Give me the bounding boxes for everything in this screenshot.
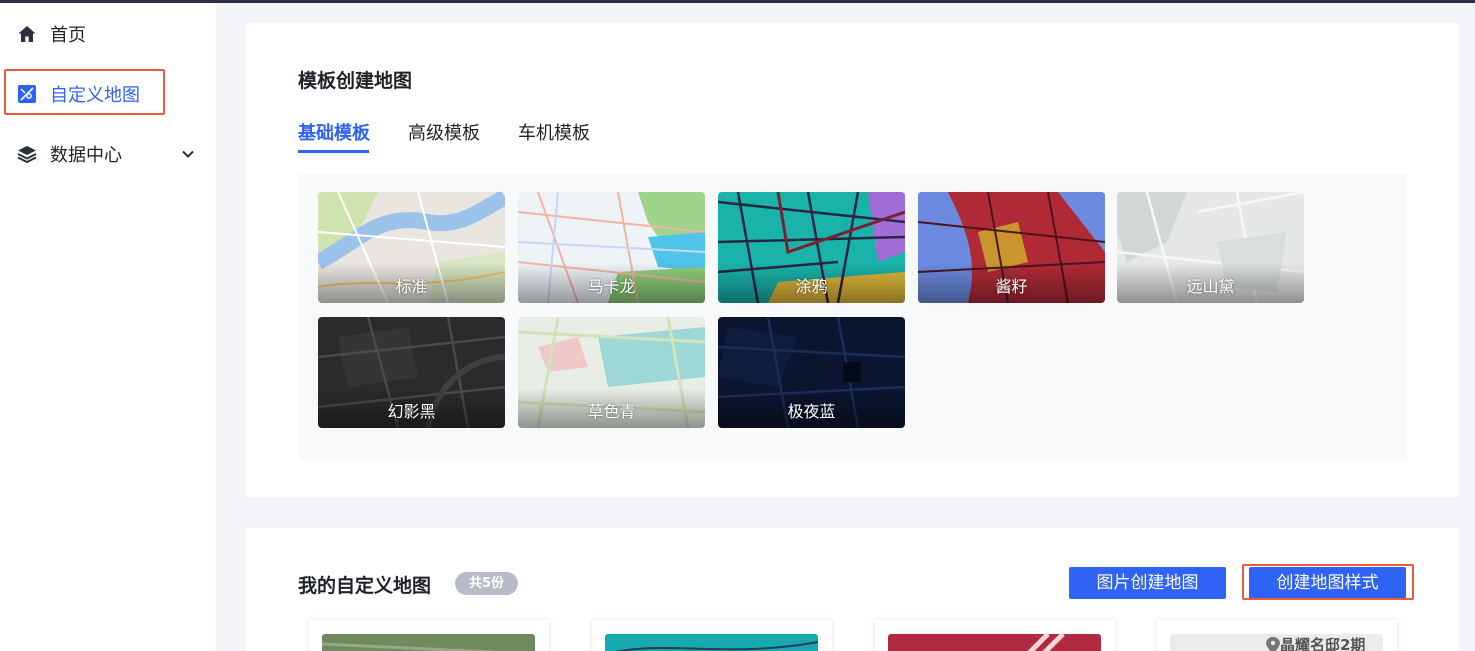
my-map-card[interactable] — [875, 620, 1115, 651]
section-title: 我的自定义地图 — [298, 575, 432, 597]
template-name: 标准 — [395, 277, 428, 296]
active-tab-indicator — [298, 150, 369, 153]
template-card-distant-mountain[interactable]: 远山黛 — [1117, 192, 1304, 303]
template-grid: 标准 马卡龙 涂鸦 酱籽 远山黛 幻影黑 草色青 极夜蓝 — [299, 174, 1407, 460]
sidebar: 首页 自定义地图 数据中心 — [0, 3, 216, 651]
tab-advanced[interactable]: 高级模板 — [408, 119, 480, 145]
template-card-phantom-black[interactable]: 幻影黑 — [318, 317, 505, 428]
map-thumbnail — [888, 634, 1101, 651]
tab-car[interactable]: 车机模板 — [518, 119, 590, 145]
sidebar-item-custom-map[interactable]: 自定义地图 — [0, 69, 216, 119]
template-name: 草色青 — [587, 402, 636, 421]
top-border — [0, 0, 1475, 3]
template-name: 涂鸦 — [795, 277, 828, 296]
create-style-button[interactable]: 创建地图样式 — [1249, 567, 1406, 599]
template-name: 远山黛 — [1186, 277, 1235, 296]
map-label: 晶耀名邸2期 — [1280, 636, 1366, 651]
my-map-card[interactable]: 晶耀名邸2期 — [1157, 620, 1397, 651]
sidebar-item-label: 自定义地图 — [50, 85, 140, 106]
template-name: 酱籽 — [995, 277, 1028, 296]
template-card-standard[interactable]: 标准 — [318, 192, 505, 303]
custom-map-icon — [18, 85, 36, 103]
my-maps-section: 我的自定义地图 共5份 图片创建地图 创建地图样式 晶耀名邸2期 — [246, 528, 1459, 651]
template-name: 幻影黑 — [387, 402, 436, 421]
template-card-macaron[interactable]: 马卡龙 — [518, 192, 705, 303]
sidebar-item-label: 数据中心 — [50, 145, 122, 166]
template-card-sauce[interactable]: 酱籽 — [918, 192, 1105, 303]
template-card-graffiti[interactable]: 涂鸦 — [718, 192, 905, 303]
template-card-grass-green[interactable]: 草色青 — [518, 317, 705, 428]
template-section: 模板创建地图 基础模板 高级模板 车机模板 标准 马卡龙 涂鸦 酱籽 远山黛 幻… — [246, 23, 1459, 497]
tab-basic[interactable]: 基础模板 — [298, 119, 370, 145]
count-badge: 共5份 — [455, 572, 519, 595]
create-from-image-button[interactable]: 图片创建地图 — [1069, 567, 1226, 599]
section-title: 模板创建地图 — [298, 70, 413, 92]
my-map-card[interactable] — [309, 620, 549, 651]
home-icon — [18, 26, 36, 42]
template-name: 极夜蓝 — [787, 402, 836, 421]
layers-icon — [17, 146, 37, 164]
sidebar-item-home[interactable]: 首页 — [0, 9, 216, 59]
chevron-down-icon[interactable] — [180, 146, 196, 162]
template-card-polar-night-blue[interactable]: 极夜蓝 — [718, 317, 905, 428]
map-thumbnail — [605, 634, 818, 651]
template-name: 马卡龙 — [587, 277, 636, 296]
my-map-card[interactable] — [592, 620, 832, 651]
map-thumbnail — [322, 634, 535, 651]
sidebar-item-label: 首页 — [50, 25, 86, 46]
sidebar-item-data-center[interactable]: 数据中心 — [0, 129, 216, 179]
